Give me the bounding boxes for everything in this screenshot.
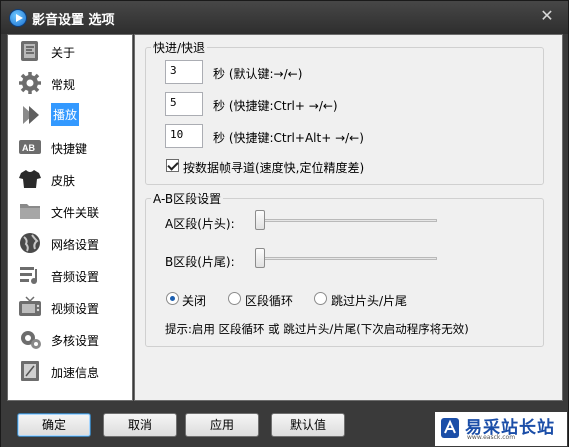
ab-hint: 提示:启用 区段循环 或 跳过片头/片尾(下次启动程序将无效) — [165, 322, 469, 336]
close-icon: ✕ — [540, 6, 554, 25]
sidebar-item-label: 播放 — [51, 103, 80, 126]
sidebar-item-multicore[interactable]: 多核设置 — [9, 323, 132, 355]
seek-seconds-1-label: 秒 (默认键:→/←) — [213, 67, 303, 81]
default-button[interactable]: 默认值 — [271, 413, 345, 437]
radio-loop[interactable] — [228, 292, 241, 305]
radio-skip-label: 跳过片头/片尾 — [331, 294, 408, 308]
sidebar-item-file-assoc[interactable]: 文件关联 — [9, 195, 132, 227]
cpu-icon — [21, 331, 41, 349]
seek-seconds-3-label: 秒 (快捷键:Ctrl+Alt+ →/←) — [213, 131, 364, 145]
ab-b-label: B区段(片尾): — [165, 255, 235, 269]
app-logo-icon — [9, 9, 27, 27]
seek-seconds-1-input[interactable]: 3 — [165, 60, 203, 84]
apply-button[interactable]: 应用 — [185, 413, 259, 437]
ab-group-title: A-B区段设置 — [151, 190, 224, 207]
keyframe-seek-checkbox[interactable] — [166, 159, 179, 172]
sidebar: 关于 常规 播放 AB 快捷键 皮肤 文件关联 网络设置 音频设置 视频设置 多… — [7, 34, 133, 401]
sidebar-item-label: 音频设置 — [51, 270, 100, 284]
ab-b-slider-thumb[interactable] — [255, 248, 265, 268]
sidebar-item-playback[interactable]: 播放 — [9, 99, 132, 131]
ab-b-slider-track[interactable] — [257, 257, 437, 260]
ok-button[interactable]: 确定 — [17, 413, 91, 437]
ab-a-slider-thumb[interactable] — [255, 210, 265, 230]
sidebar-item-label: 关于 — [51, 46, 76, 60]
folder-icon — [20, 204, 40, 219]
speed-icon — [21, 361, 39, 381]
radio-skip[interactable] — [314, 292, 327, 305]
settings-content: 快进/快退 3 秒 (默认键:→/←) 5 秒 (快捷键:Ctrl+ →/←) … — [134, 34, 563, 401]
sidebar-item-label: 视频设置 — [51, 302, 100, 316]
seek-seconds-3-input[interactable]: 10 — [165, 124, 203, 148]
sidebar-item-label: 加速信息 — [51, 366, 100, 380]
sidebar-item-network[interactable]: 网络设置 — [9, 227, 132, 259]
watermark-logo-icon — [441, 418, 459, 438]
sidebar-item-label: 快捷键 — [51, 142, 88, 156]
watermark: 易采站长站 www.easck.com — [435, 412, 567, 446]
radio-off-label: 关闭 — [182, 294, 207, 308]
sidebar-item-skin[interactable]: 皮肤 — [9, 163, 132, 195]
settings-window: 影音设置 选项 ✕ 关于 常规 播放 AB 快捷键 皮肤 文件关联 网络设置 音… — [0, 0, 569, 447]
sidebar-item-label: 文件关联 — [51, 206, 100, 220]
ab-a-label: A区段(片头): — [165, 217, 235, 231]
tshirt-icon — [19, 170, 41, 188]
sidebar-item-label: 常规 — [51, 78, 76, 92]
keyframe-seek-label: 按数据帧寻道(速度快,定位精度差) — [183, 161, 365, 175]
seek-group-title: 快进/快退 — [151, 39, 208, 56]
globe-icon — [20, 233, 40, 253]
sidebar-item-accel[interactable]: 加速信息 — [9, 355, 132, 387]
window-title: 影音设置 选项 — [32, 13, 115, 28]
title-bar: 影音设置 选项 ✕ — [1, 1, 568, 34]
radio-off[interactable] — [166, 292, 179, 305]
sidebar-item-about[interactable]: 关于 — [9, 35, 132, 67]
watermark-url: www.easck.com — [467, 434, 516, 441]
seek-seconds-2-input[interactable]: 5 — [165, 92, 203, 116]
about-icon — [21, 41, 38, 61]
sidebar-item-hotkeys[interactable]: AB 快捷键 — [9, 131, 132, 163]
sidebar-item-label: 网络设置 — [51, 238, 100, 252]
close-button[interactable]: ✕ — [538, 7, 556, 25]
sidebar-item-label: 皮肤 — [51, 174, 76, 188]
svg-text:AB: AB — [22, 143, 35, 153]
play-icon — [23, 106, 39, 124]
ab-a-slider-track[interactable] — [257, 219, 437, 222]
sidebar-item-label: 多核设置 — [51, 334, 100, 348]
radio-loop-label: 区段循环 — [245, 294, 294, 308]
sidebar-item-general[interactable]: 常规 — [9, 67, 132, 99]
cancel-button[interactable]: 取消 — [103, 413, 177, 437]
keyboard-icon: AB — [19, 140, 41, 154]
tv-icon — [19, 296, 41, 316]
audio-icon — [20, 267, 37, 284]
gear-icon — [19, 72, 41, 94]
seek-seconds-2-label: 秒 (快捷键:Ctrl+ →/←) — [213, 99, 338, 113]
sidebar-item-audio[interactable]: 音频设置 — [9, 259, 132, 291]
sidebar-item-video[interactable]: 视频设置 — [9, 291, 132, 323]
